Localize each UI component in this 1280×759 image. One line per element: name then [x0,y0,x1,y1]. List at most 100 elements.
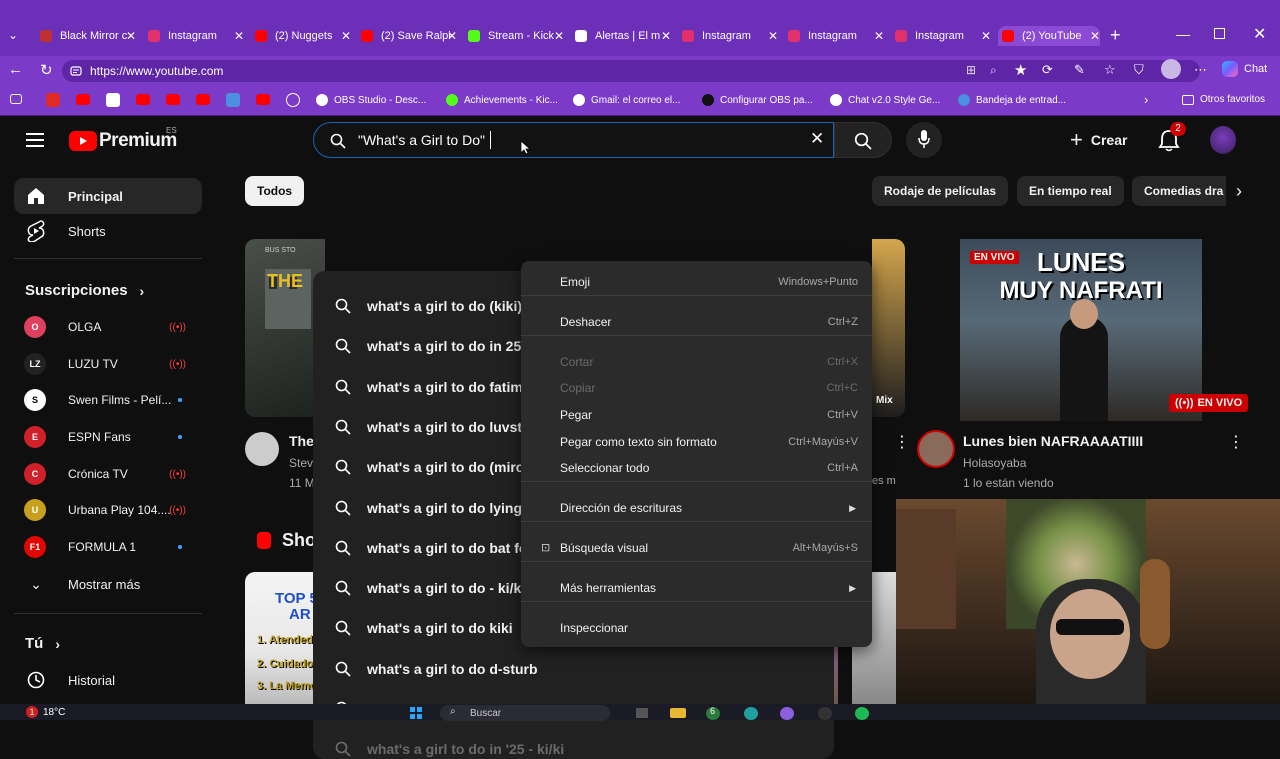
back-icon[interactable]: ← [8,61,23,78]
extension-icon[interactable]: ⟳ [1042,62,1053,78]
youtube-logo-icon[interactable] [69,131,97,151]
close-tab-icon[interactable]: ✕ [447,29,457,43]
context-menu-item[interactable]: Búsqueda visual Alt+Mayús+S ⊡ [521,535,872,561]
close-tab-icon[interactable]: ✕ [341,29,351,43]
youtube-bookmark-icon[interactable] [196,94,210,105]
youtube-bookmark-icon[interactable] [136,94,150,105]
video-menu-icon[interactable]: ⋮ [1228,432,1244,452]
zoom-icon[interactable]: ⌕ [990,63,997,78]
chip-todos[interactable]: Todos [245,176,305,206]
more-options-icon[interactable]: ⋯ [1194,62,1207,78]
browser-tab[interactable]: Instagram ✕ [891,26,991,46]
globe-bookmark-icon[interactable] [286,93,300,107]
search-suggestion[interactable]: what's a girl to do in '25 - ki/ki [313,729,834,759]
new-tab-button[interactable]: + [1110,25,1121,46]
bookmark-item[interactable]: OBS Studio - Desc... [316,94,426,106]
chat-label[interactable]: Chat [1244,63,1267,75]
context-menu-item[interactable]: Dirección de escrituras ▶ [521,495,872,521]
sidebar-item-history[interactable]: Historial [14,662,202,698]
video-title-right[interactable]: Lunes bien NAFRAAAATIIII [963,433,1143,449]
browser-tab[interactable]: (2) YouTube ✕ [998,26,1100,46]
notifications-button[interactable]: 2 [1158,122,1186,152]
bookmark-item[interactable]: Gmail: el correo el... [573,94,680,106]
youtube-bookmark-icon[interactable] [166,94,180,105]
file-explorer-icon[interactable] [670,708,686,718]
close-tab-icon[interactable]: ✕ [661,29,671,43]
profile-avatar[interactable] [1161,59,1181,79]
search-input[interactable]: "What's a Girl to Do" [358,132,485,148]
channel-avatar-right[interactable] [917,430,955,468]
spotify-icon[interactable] [855,707,869,720]
mix-thumbnail[interactable]: Mix [872,239,905,417]
context-menu-item[interactable]: Emoji Windows+Punto [521,269,872,295]
video-menu-icon[interactable]: ⋮ [894,432,910,452]
bookmarks-chevron-right-icon[interactable]: › [1144,92,1148,107]
close-tab-icon[interactable]: ✕ [981,29,991,43]
browser-tab[interactable]: (2) Nuggets ✕ [251,26,351,46]
channel-avatar-left[interactable] [245,432,279,466]
video-title-left[interactable]: The [289,433,314,449]
close-tab-icon[interactable]: ✕ [126,29,136,43]
close-tab-icon[interactable]: ✕ [554,29,564,43]
bookmark-icon-1[interactable] [10,94,22,104]
subscription-item[interactable]: C Crónica TV ((•)) [24,462,194,486]
taskbar-search-box[interactable]: ⌕ Buscar [440,705,610,721]
browser-tab[interactable]: Black Mirror c ✕ [36,26,136,46]
subscriptions-heading[interactable]: Suscripciones › [25,282,144,299]
subscription-item[interactable]: F1 FORMULA 1 [24,535,194,559]
bookmark-item[interactable]: Bandeja de entrad... [958,94,1066,106]
reload-icon[interactable]: ↻ [40,61,53,79]
context-menu-item[interactable]: Pegar Ctrl+V [521,402,872,428]
video-thumbnail-right[interactable]: EN VIVO LUNES MUY NAFRATI [960,239,1202,421]
edge-icon[interactable]: 6 [706,706,720,720]
tab-list-chevron-icon[interactable]: ⌄ [8,28,18,42]
account-avatar[interactable] [1210,126,1236,154]
search-suggestion[interactable]: what's a girl to do d-sturb [313,649,834,689]
favorite-star-icon[interactable]: ★ [1014,61,1027,79]
url-text[interactable]: https://www.youtube.com [90,64,223,78]
close-tab-icon[interactable]: ✕ [234,29,244,43]
bookmark-item[interactable]: Achievements - Kic... [446,94,558,106]
close-tab-icon[interactable]: ✕ [768,29,778,43]
copilot-icon[interactable] [1222,61,1238,77]
chip-en-tiempo-real[interactable]: En tiempo real [1017,176,1124,206]
obs-icon[interactable] [818,707,832,720]
youtube-bookmark-icon[interactable] [256,94,270,105]
document-bookmark-icon[interactable] [226,93,240,107]
context-menu-item[interactable]: Inspeccionar [521,615,872,641]
subscription-item[interactable]: S Swen Films - Pelí... [24,388,194,412]
subscription-item[interactable]: E ESPN Fans [24,425,194,449]
chip-rodaje[interactable]: Rodaje de películas [872,176,1009,206]
menu-hamburger-icon[interactable] [26,133,44,147]
maximize-icon[interactable] [1214,28,1225,39]
subscription-item[interactable]: U Urbana Play 104.... ((•)) [24,498,194,522]
other-favorites[interactable]: Otros favoritos [1182,94,1265,105]
site-info-icon[interactable] [70,65,82,77]
subscription-item[interactable]: O OLGA ((•)) [24,315,194,339]
close-tab-icon[interactable]: ✕ [1090,29,1100,43]
app-icon[interactable] [780,707,794,720]
google-bookmark-icon[interactable] [106,93,120,107]
sidebar-item-shorts[interactable]: Shorts [14,213,202,249]
subscription-item[interactable]: LZ LUZU TV ((•)) [24,352,194,376]
shield-icon[interactable]: ⛉ [1134,62,1144,78]
search-button[interactable] [834,122,892,158]
video-channel-left[interactable]: Stev [289,456,313,470]
app-icon[interactable] [744,707,758,720]
browser-tab[interactable]: Instagram ✕ [678,26,778,46]
apps-icon[interactable]: ⊞ [966,63,976,77]
bookmark-item[interactable]: Chat v2.0 Style Ge... [830,94,940,106]
video-channel-right[interactable]: Holasoyaba [963,456,1026,470]
show-more-button[interactable]: ⌄ Mostrar más [14,566,202,602]
windows-start-icon[interactable] [410,707,422,719]
browser-tab[interactable]: Instagram ✕ [144,26,244,46]
chips-next-icon[interactable]: › [1226,176,1252,206]
chip-comedias[interactable]: Comedias dra [1132,176,1228,206]
browser-tab[interactable]: Alertas | El m ✕ [571,26,671,46]
browser-tab[interactable]: (2) Save Ralpi ✕ [357,26,457,46]
weather-temp[interactable]: 18°C [43,707,65,718]
task-view-icon[interactable] [636,708,648,718]
bookmark-icon-2[interactable] [46,93,60,107]
create-button[interactable]: + Crear [1062,122,1138,158]
clear-search-icon[interactable]: ✕ [810,129,824,149]
